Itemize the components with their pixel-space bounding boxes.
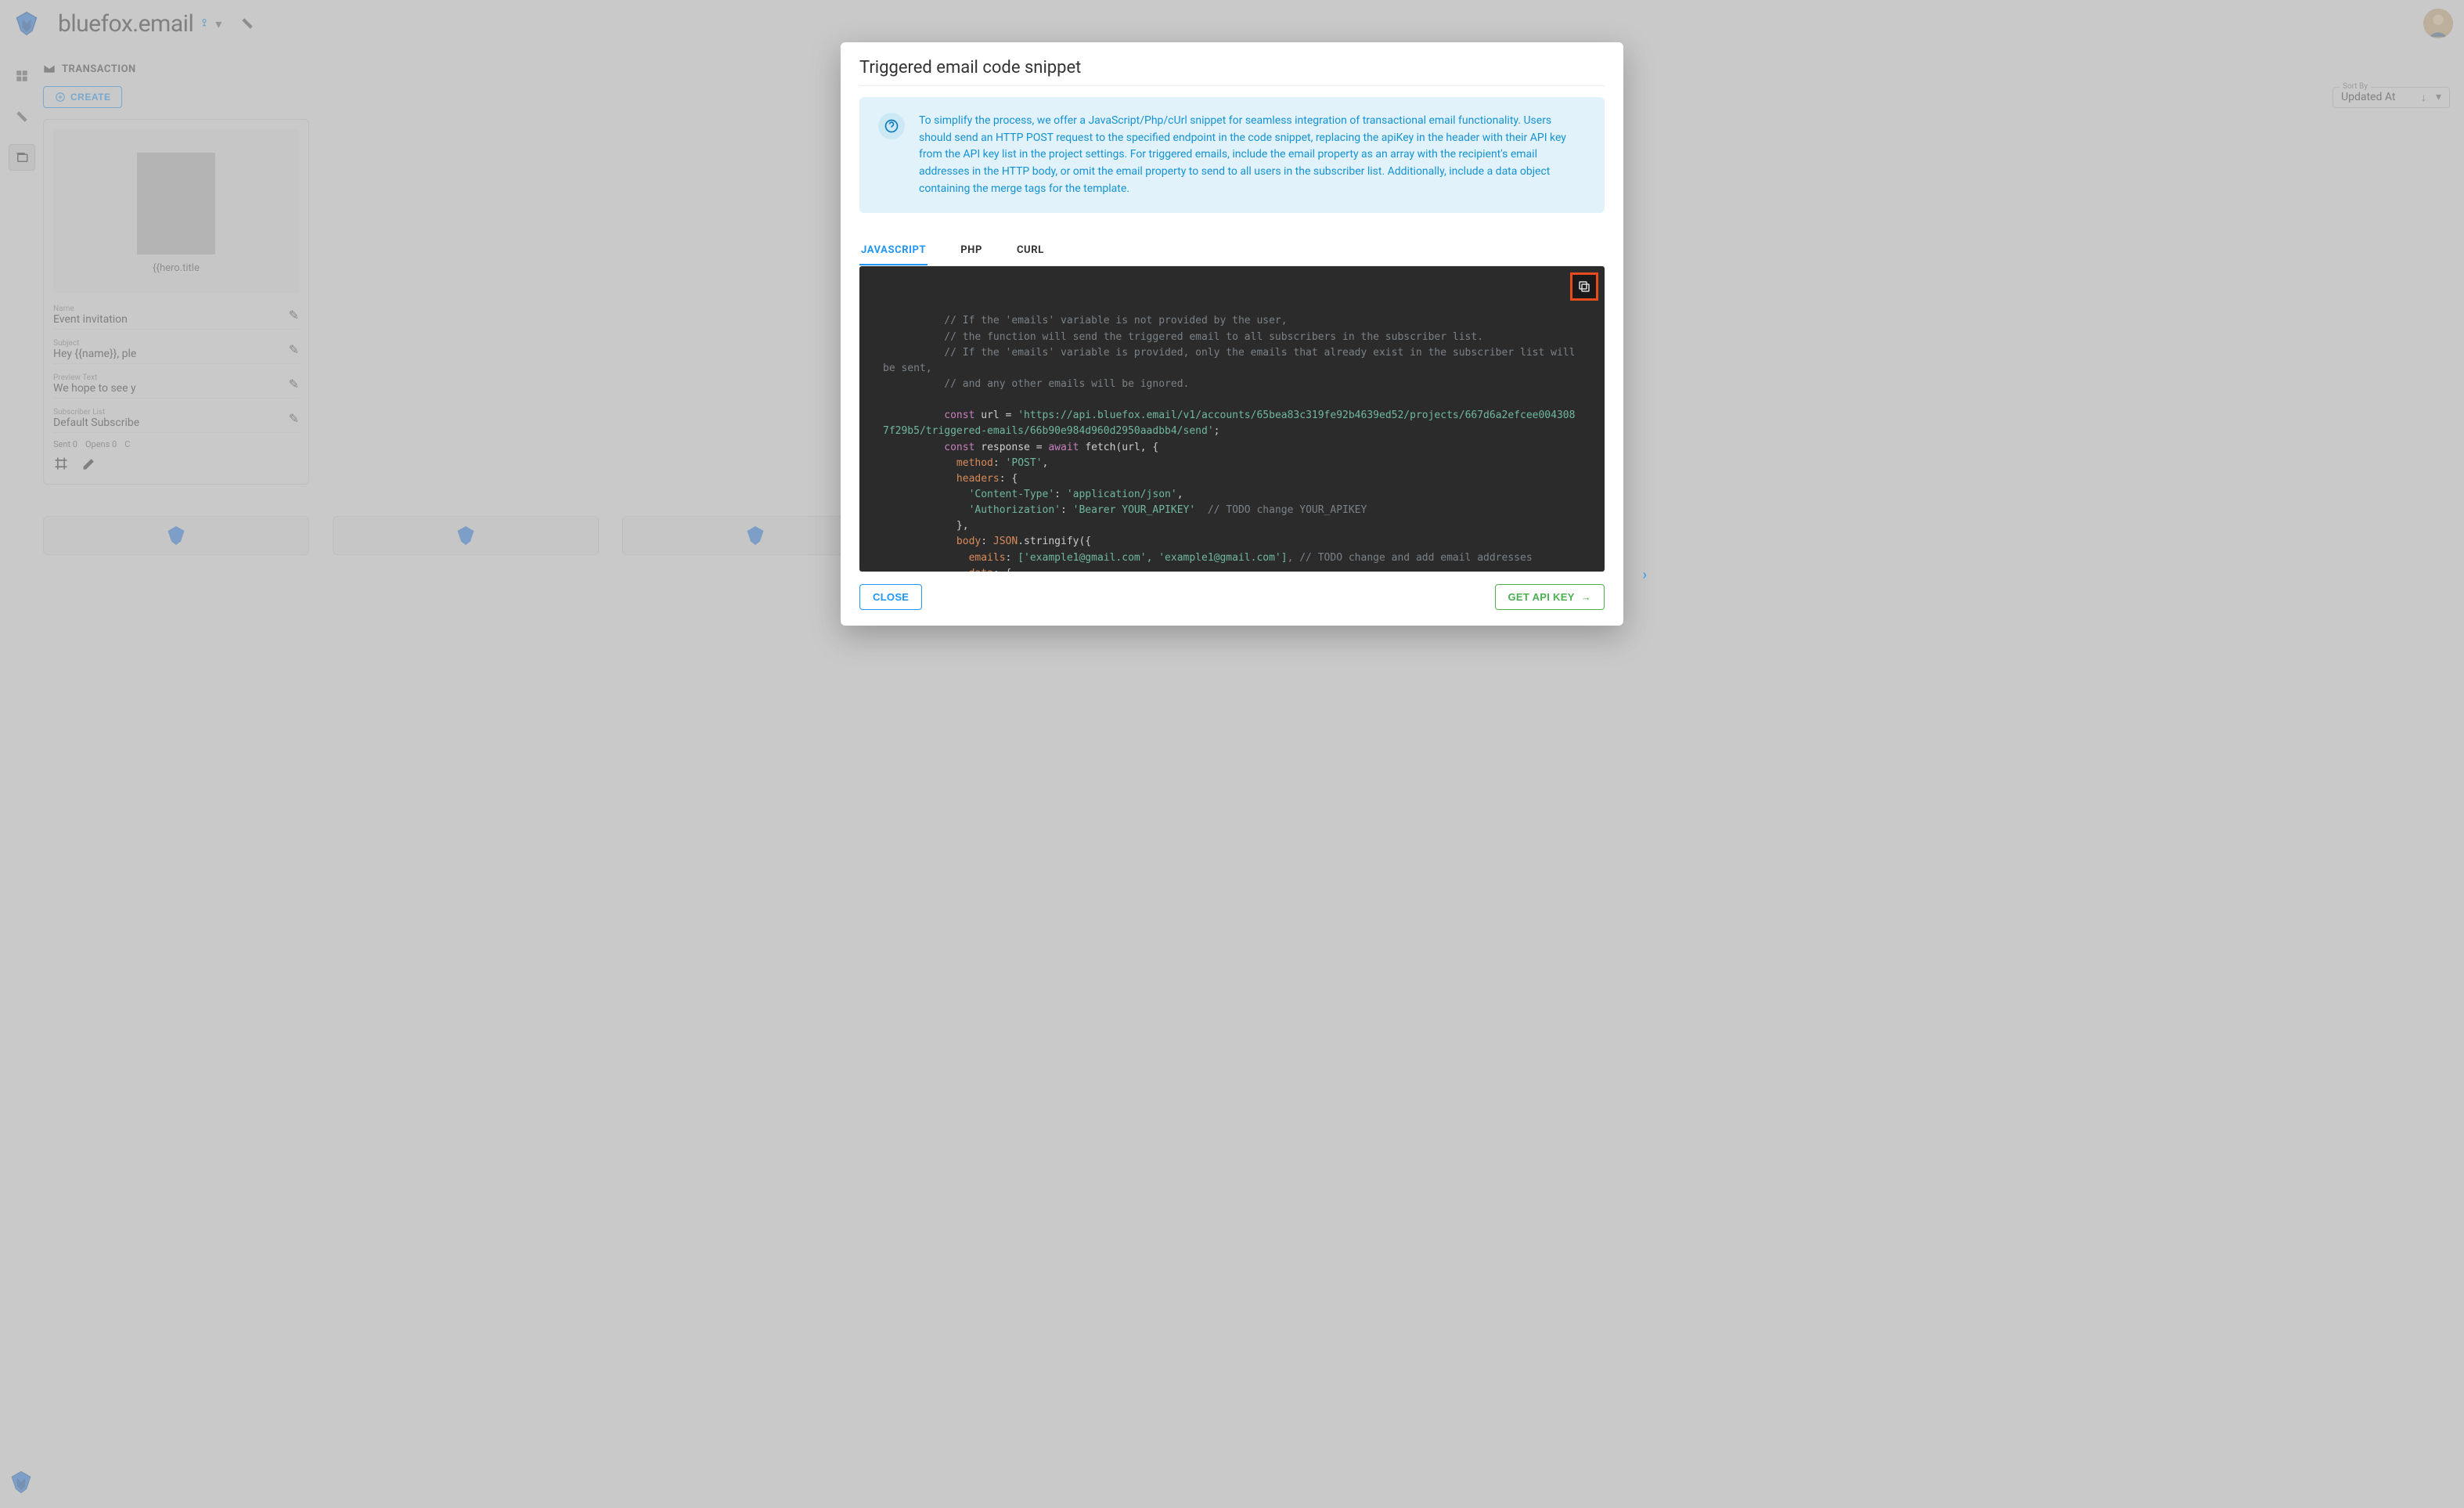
tab-javascript[interactable]: JAVASCRIPT <box>859 236 928 265</box>
tab-php[interactable]: PHP <box>959 236 984 265</box>
close-button[interactable]: CLOSE <box>859 584 922 610</box>
modal-overlay: Triggered email code snippet To simplify… <box>0 0 2464 1508</box>
modal-footer: CLOSE GET API KEY → <box>859 584 1605 610</box>
code-tabs: JAVASCRIPT PHP CURL <box>859 236 1605 266</box>
get-api-key-button[interactable]: GET API KEY → <box>1495 584 1605 610</box>
tab-curl[interactable]: CURL <box>1015 236 1046 265</box>
modal-title: Triggered email code snippet <box>859 58 1605 86</box>
help-icon <box>878 113 905 139</box>
chevron-right-icon[interactable]: › <box>1643 567 1647 583</box>
copy-button[interactable] <box>1570 272 1598 301</box>
info-text: To simplify the process, we offer a Java… <box>919 113 1586 197</box>
arrow-right-icon: → <box>1581 591 1591 603</box>
code-block: // If the 'emails' variable is not provi… <box>859 266 1605 572</box>
info-box: To simplify the process, we offer a Java… <box>859 97 1605 213</box>
copy-icon <box>1577 280 1591 294</box>
code-snippet-modal: Triggered email code snippet To simplify… <box>841 42 1623 626</box>
